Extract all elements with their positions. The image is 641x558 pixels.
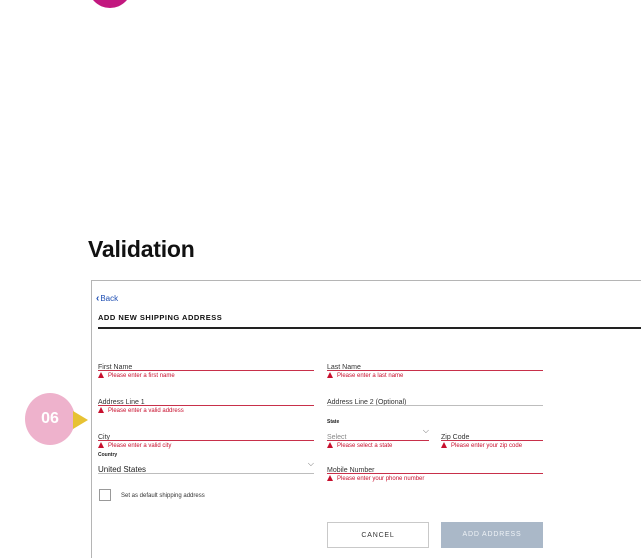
address-line-1-error: Please enter a valid address — [98, 407, 184, 414]
warning-icon — [98, 372, 104, 378]
warning-icon — [327, 372, 333, 378]
address-line-2-underline — [327, 405, 543, 406]
chevron-down-icon: ⌵ — [307, 459, 314, 468]
city-error: Please enter a valid city — [98, 442, 171, 449]
mobile-number-underline — [327, 473, 543, 474]
state-select[interactable]: Select ⌵ — [327, 426, 429, 441]
back-link-label: Back — [100, 294, 119, 303]
decorative-circle — [88, 0, 132, 8]
zip-code-underline — [441, 440, 543, 441]
city-underline — [98, 440, 314, 441]
cancel-button[interactable]: CANCEL — [327, 522, 429, 548]
state-underline — [327, 440, 429, 441]
country-underline — [98, 473, 314, 474]
warning-icon — [98, 442, 104, 448]
city-field[interactable]: City — [98, 426, 314, 441]
state-error-text: Please select a state — [337, 443, 393, 449]
state-label: State — [327, 419, 340, 425]
address-line-2-field[interactable]: Address Line 2 (Optional) — [327, 391, 543, 406]
last-name-error-text: Please enter a last name — [337, 373, 404, 379]
default-address-label: Set as default shipping address — [121, 493, 205, 499]
address-line-1-field[interactable]: Address Line 1 — [98, 391, 314, 406]
last-name-underline — [327, 370, 543, 371]
warning-icon — [441, 442, 447, 448]
default-address-checkbox[interactable] — [99, 489, 111, 501]
warning-icon — [98, 407, 104, 413]
step-callout-label: 06 — [41, 410, 59, 427]
zip-code-field[interactable]: Zip Code — [441, 426, 543, 441]
step-callout: 06 — [25, 393, 75, 445]
mobile-number-error: Please enter your phone number — [327, 475, 424, 482]
first-name-underline — [98, 370, 314, 371]
first-name-field[interactable]: First Name — [98, 356, 314, 371]
city-error-text: Please enter a valid city — [108, 443, 172, 449]
zip-code-error-text: Please enter your zip code — [451, 443, 523, 449]
zip-code-error: Please enter your zip code — [441, 442, 522, 449]
form-title: ADD NEW SHIPPING ADDRESS — [98, 313, 223, 322]
last-name-error: Please enter a last name — [327, 372, 403, 379]
callout-arrow-icon — [73, 411, 88, 429]
last-name-field[interactable]: Last Name — [327, 356, 543, 371]
back-link[interactable]: ‹Back — [96, 293, 118, 304]
address-line-1-underline — [98, 405, 314, 406]
chevron-down-icon: ⌵ — [422, 426, 429, 435]
mobile-number-field[interactable]: Mobile Number — [327, 459, 543, 474]
title-divider — [98, 327, 641, 329]
warning-icon — [327, 475, 333, 481]
state-error: Please select a state — [327, 442, 392, 449]
address-line-1-error-text: Please enter a valid address — [108, 408, 184, 414]
first-name-error: Please enter a first name — [98, 372, 175, 379]
chevron-left-icon: ‹ — [96, 293, 100, 304]
mobile-number-error-text: Please enter your phone number — [337, 476, 425, 482]
country-select[interactable]: United States ⌵ — [98, 459, 314, 474]
add-address-button[interactable]: ADD ADDRESS — [441, 522, 543, 548]
first-name-error-text: Please enter a first name — [108, 373, 175, 379]
warning-icon — [327, 442, 333, 448]
country-label: Country — [98, 452, 118, 458]
section-title: Validation — [88, 236, 195, 262]
